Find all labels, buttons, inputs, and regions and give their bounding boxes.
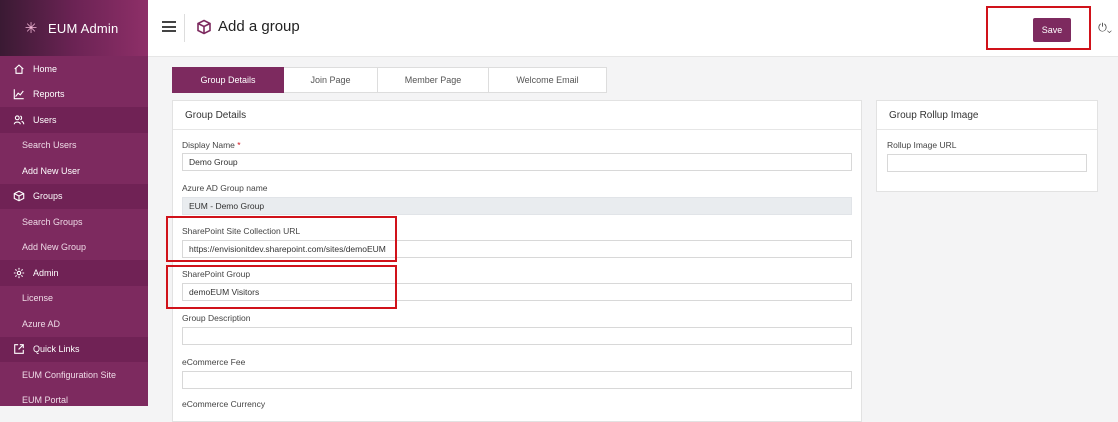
sidebar-item-users[interactable]: Users	[0, 107, 148, 133]
sidebar-item-label: Users	[33, 114, 57, 125]
sidebar-item-eum-portal[interactable]: EUM Portal	[0, 388, 148, 407]
users-icon	[12, 113, 26, 127]
sidebar-item-quick-links[interactable]: Quick Links	[0, 336, 148, 362]
azure-group-label: Azure AD Group name	[182, 183, 268, 193]
cube-icon	[197, 19, 211, 34]
sidebar-item-azure-ad[interactable]: Azure AD	[0, 311, 148, 337]
tab-welcome-email[interactable]: Welcome Email	[489, 67, 607, 93]
home-icon	[12, 62, 26, 76]
brand[interactable]: ✳ EUM Admin	[0, 0, 148, 56]
currency-label: eCommerce Currency	[182, 399, 266, 409]
external-link-icon	[12, 342, 26, 356]
page-title-text: Add a group	[218, 18, 300, 35]
chart-icon	[12, 87, 26, 101]
hamburger-menu-icon[interactable]	[162, 21, 176, 32]
sidebar-item-add-new-user[interactable]: Add New User	[0, 158, 148, 184]
sidebar-item-reports[interactable]: Reports	[0, 82, 148, 108]
sidebar-item-label: Home	[33, 63, 58, 74]
azure-group-field: EUM - Demo Group	[182, 197, 852, 215]
group-details-card: Group Details Display Name * Demo Group …	[172, 100, 862, 422]
power-icon[interactable]: ⏻⌄	[1098, 22, 1112, 35]
rollup-image-card: Group Rollup Image Rollup Image URL	[876, 100, 1098, 192]
sidebar-item-search-groups[interactable]: Search Groups	[0, 209, 148, 235]
sidebar-item-label: EUM Configuration Site	[22, 369, 117, 380]
page-title: Add a group	[196, 18, 300, 35]
sp-url-label: SharePoint Site Collection URL	[182, 226, 301, 236]
save-button[interactable]: Save	[1033, 18, 1071, 42]
display-name-field[interactable]: Demo Group	[182, 153, 852, 171]
gear-icon	[12, 266, 26, 280]
tab-member-page[interactable]: Member Page	[378, 67, 489, 93]
sidebar-item-label: Search Groups	[22, 216, 83, 227]
sidebar-item-groups[interactable]: Groups	[0, 183, 148, 209]
sidebar-item-label: Reports	[33, 89, 65, 100]
fee-field[interactable]	[182, 371, 852, 389]
top-bar: Add a group Save ⏻⌄	[148, 0, 1118, 57]
sidebar-nav: Home Reports Users Search Users Add New User…	[0, 56, 148, 406]
sidebar-item-label: EUM Portal	[22, 395, 69, 406]
sidebar-item-label: Add New User	[22, 165, 81, 176]
sidebar-item-search-users[interactable]: Search Users	[0, 133, 148, 159]
description-label: Group Description	[182, 313, 251, 323]
sidebar-item-label: Admin	[33, 267, 59, 278]
sp-url-field[interactable]: https://envisionitdev.sharepoint.com/sit…	[182, 240, 852, 258]
sp-group-field[interactable]: demoEUM Visitors	[182, 283, 852, 301]
app-title: EUM Admin	[48, 20, 119, 36]
tab-bar: Group Details Join Page Member Page Welc…	[172, 67, 607, 93]
rollup-url-label: Rollup Image URL	[887, 140, 957, 150]
sidebar-item-label: Search Users	[22, 140, 77, 151]
sidebar-item-label: Groups	[33, 191, 63, 202]
sidebar-item-admin[interactable]: Admin	[0, 260, 148, 286]
card-title: Group Details	[173, 101, 861, 130]
tab-group-details[interactable]: Group Details	[172, 67, 284, 93]
rollup-url-field[interactable]	[887, 154, 1087, 172]
sidebar-item-label: Quick Links	[33, 344, 80, 355]
sp-group-label: SharePoint Group	[182, 269, 251, 279]
sidebar: ✳ EUM Admin Home Reports Users Search Users…	[0, 0, 148, 406]
sidebar-item-home[interactable]: Home	[0, 56, 148, 82]
logo-icon: ✳	[24, 20, 38, 37]
display-name-label: Display Name *	[182, 140, 241, 150]
divider	[184, 14, 185, 42]
cube-icon	[12, 189, 26, 203]
description-field[interactable]	[182, 327, 852, 345]
sidebar-item-add-new-group[interactable]: Add New Group	[0, 235, 148, 261]
rollup-card-title: Group Rollup Image	[877, 101, 1097, 130]
sidebar-item-label: Azure AD	[22, 318, 61, 329]
sidebar-item-label: License	[22, 293, 54, 304]
sidebar-item-label: Add New Group	[22, 242, 87, 253]
tab-join-page[interactable]: Join Page	[284, 67, 378, 93]
sidebar-item-eum-configuration-site[interactable]: EUM Configuration Site	[0, 362, 148, 388]
sidebar-item-license[interactable]: License	[0, 286, 148, 312]
fee-label: eCommerce Fee	[182, 357, 246, 367]
